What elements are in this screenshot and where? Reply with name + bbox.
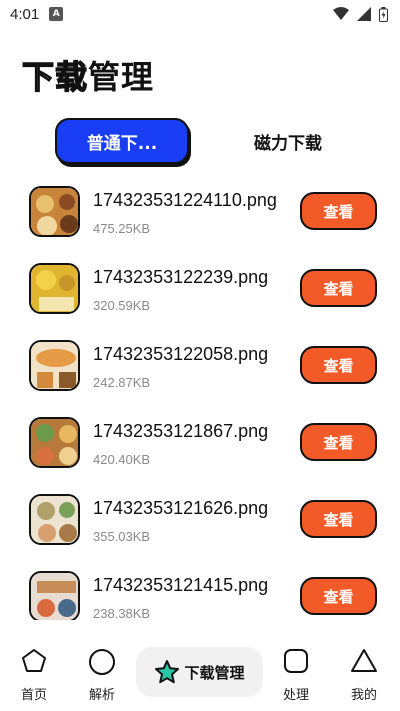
nav-mine-label: 我的 xyxy=(350,688,377,703)
wifi-icon xyxy=(333,7,349,20)
status-indicators xyxy=(333,6,388,22)
status-bar: 4:01 A xyxy=(0,0,400,28)
square-icon xyxy=(284,649,308,673)
file-size: 242.87KB xyxy=(93,375,151,390)
nav-downloads[interactable]: 下载管理 xyxy=(136,647,263,697)
list-item: 17432353122058.png 242.87KB 查看 xyxy=(0,334,400,411)
bottom-nav: 首页 解析 下载管理 处理 我的 xyxy=(0,640,400,711)
notification-icon: A xyxy=(49,7,64,21)
tab-magnet-download[interactable]: 磁力下载 xyxy=(223,118,353,164)
view-button[interactable]: 查看 xyxy=(300,423,377,461)
tab-normal-download[interactable]: 普通下... xyxy=(55,118,189,164)
file-list[interactable]: 174323531224110.png 475.25KB 查看 17432353… xyxy=(0,180,400,620)
download-tabs: 普通下... 磁力下载 xyxy=(55,118,355,164)
file-size: 475.25KB xyxy=(93,221,151,236)
nav-process[interactable]: 处理 xyxy=(266,640,326,711)
file-name: 17432353121626.png xyxy=(93,498,269,518)
file-size: 320.59KB xyxy=(93,298,151,313)
star-icon xyxy=(155,660,180,684)
list-item: 17432353122239.png 320.59KB 查看 xyxy=(0,257,400,334)
file-name: 17432353122058.png xyxy=(93,344,269,364)
nav-home[interactable]: 首页 xyxy=(4,640,64,711)
signal-icon xyxy=(357,7,371,21)
file-name: 17432353121415.png xyxy=(93,575,269,595)
nav-mine[interactable]: 我的 xyxy=(334,640,394,711)
triangle-icon xyxy=(351,649,377,672)
nav-parse-label: 解析 xyxy=(88,688,115,703)
list-item: 17432353121626.png 355.03KB 查看 xyxy=(0,488,400,565)
nav-process-label: 处理 xyxy=(282,688,309,703)
file-thumbnail[interactable] xyxy=(29,186,80,237)
list-item: 17432353121867.png 420.40KB 查看 xyxy=(0,411,400,488)
view-button[interactable]: 查看 xyxy=(300,500,377,538)
file-name: 174323531224110.png xyxy=(93,190,277,210)
file-thumbnail[interactable] xyxy=(29,494,80,545)
file-thumbnail[interactable] xyxy=(29,340,80,391)
file-size: 355.03KB xyxy=(93,529,151,544)
nav-parse[interactable]: 解析 xyxy=(72,640,132,711)
view-button[interactable]: 查看 xyxy=(300,346,377,384)
nav-home-label: 首页 xyxy=(20,688,47,703)
status-time: 4:01 xyxy=(10,5,40,23)
file-name: 17432353122239.png xyxy=(93,267,269,287)
nav-downloads-label: 下载管理 xyxy=(184,663,245,682)
file-thumbnail[interactable] xyxy=(29,263,80,314)
page-title-outlined: 下载 xyxy=(21,57,89,96)
circle-icon xyxy=(89,649,115,675)
list-item: 17432353121415.png 238.38KB 查看 xyxy=(0,565,400,620)
view-button[interactable]: 查看 xyxy=(300,577,377,615)
view-button[interactable]: 查看 xyxy=(300,192,377,230)
file-thumbnail[interactable] xyxy=(29,571,80,620)
list-item: 174323531224110.png 475.25KB 查看 xyxy=(0,180,400,257)
battery-icon xyxy=(379,6,388,22)
page-title: 下载管理 xyxy=(21,52,155,98)
file-thumbnail[interactable] xyxy=(29,417,80,468)
file-size: 238.38KB xyxy=(93,606,151,620)
file-size: 420.40KB xyxy=(93,452,151,467)
file-name: 17432353121867.png xyxy=(93,421,269,441)
page-title-solid: 管理 xyxy=(88,58,155,96)
pentagon-icon xyxy=(22,649,46,672)
view-button[interactable]: 查看 xyxy=(300,269,377,307)
